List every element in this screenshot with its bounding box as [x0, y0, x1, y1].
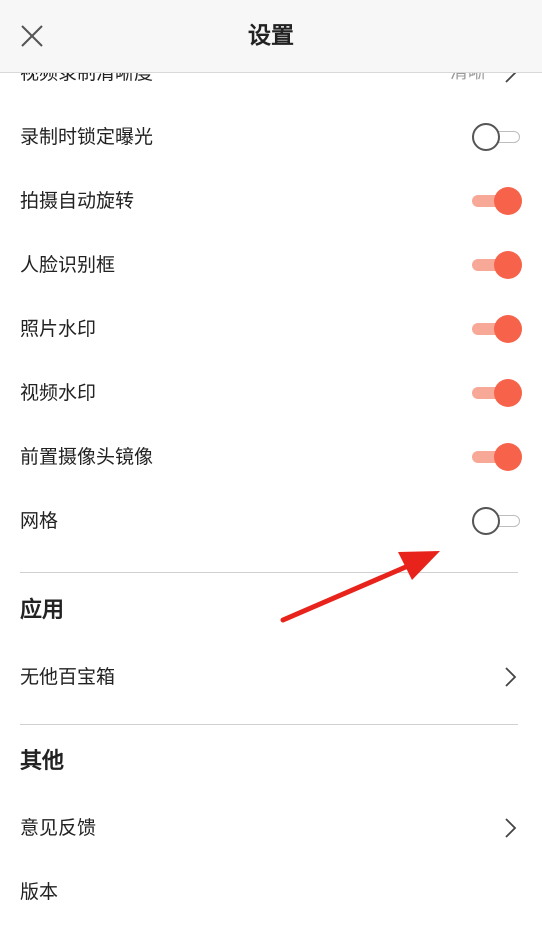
setting-row-face-frame: 人脸识别框 [0, 233, 542, 297]
nav-label: 版本 [20, 881, 59, 903]
setting-label: 照片水印 [20, 318, 97, 340]
toggle-knob [494, 315, 522, 343]
setting-row-photo-watermark: 照片水印 [0, 297, 542, 361]
toggle-knob [494, 251, 522, 279]
chevron-right-icon [505, 818, 517, 838]
setting-row-auto-rotate: 拍摄自动旋转 [0, 169, 542, 233]
setting-label: 人脸识别框 [20, 254, 116, 276]
chevron-right-icon [505, 667, 517, 687]
face-frame-toggle[interactable] [472, 250, 522, 280]
video-watermark-toggle[interactable] [472, 378, 522, 408]
setting-label: 网格 [20, 510, 59, 532]
page-title: 设置 [248, 23, 294, 49]
section-divider [20, 572, 518, 573]
setting-row-video-watermark: 视频水印 [0, 361, 542, 425]
setting-row-front-mirror: 前置摄像头镜像 [0, 425, 542, 489]
front-mirror-toggle[interactable] [472, 442, 522, 472]
nav-label: 无他百宝箱 [20, 666, 116, 688]
section-title-app: 应用 [20, 598, 65, 623]
lock-exposure-toggle[interactable] [472, 122, 520, 152]
setting-label: 视频录制清晰度 [20, 73, 154, 84]
nav-row-feedback[interactable]: 意见反馈 [0, 796, 542, 860]
setting-label: 视频水印 [20, 382, 97, 404]
nav-row-toolbox[interactable]: 无他百宝箱 [0, 645, 542, 709]
top-bar: 设置 [0, 0, 542, 73]
nav-row-version[interactable]: 版本 [0, 860, 542, 924]
toggle-knob [472, 507, 500, 535]
toggle-knob [494, 379, 522, 407]
nav-label: 意见反馈 [20, 817, 97, 839]
setting-value: 清晰 [450, 73, 486, 105]
setting-label: 前置摄像头镜像 [20, 446, 154, 468]
section-divider [20, 724, 518, 725]
section-title-other: 其他 [20, 749, 65, 774]
setting-row-grid: 网格 [0, 489, 542, 553]
setting-row-video-quality[interactable]: 视频录制清晰度 清晰 [0, 73, 542, 105]
settings-list[interactable]: 视频录制清晰度 清晰 录制时锁定曝光 拍摄自动旋转 人脸识别框 照片水印 [0, 73, 542, 925]
chevron-right-icon [505, 73, 517, 83]
grid-toggle[interactable] [472, 506, 520, 536]
toggle-knob [494, 443, 522, 471]
setting-label: 录制时锁定曝光 [20, 126, 154, 148]
setting-label: 拍摄自动旋转 [20, 190, 135, 212]
photo-watermark-toggle[interactable] [472, 314, 522, 344]
auto-rotate-toggle[interactable] [472, 186, 522, 216]
toggle-knob [494, 187, 522, 215]
setting-row-lock-exposure: 录制时锁定曝光 [0, 105, 542, 169]
toggle-knob [472, 123, 500, 151]
